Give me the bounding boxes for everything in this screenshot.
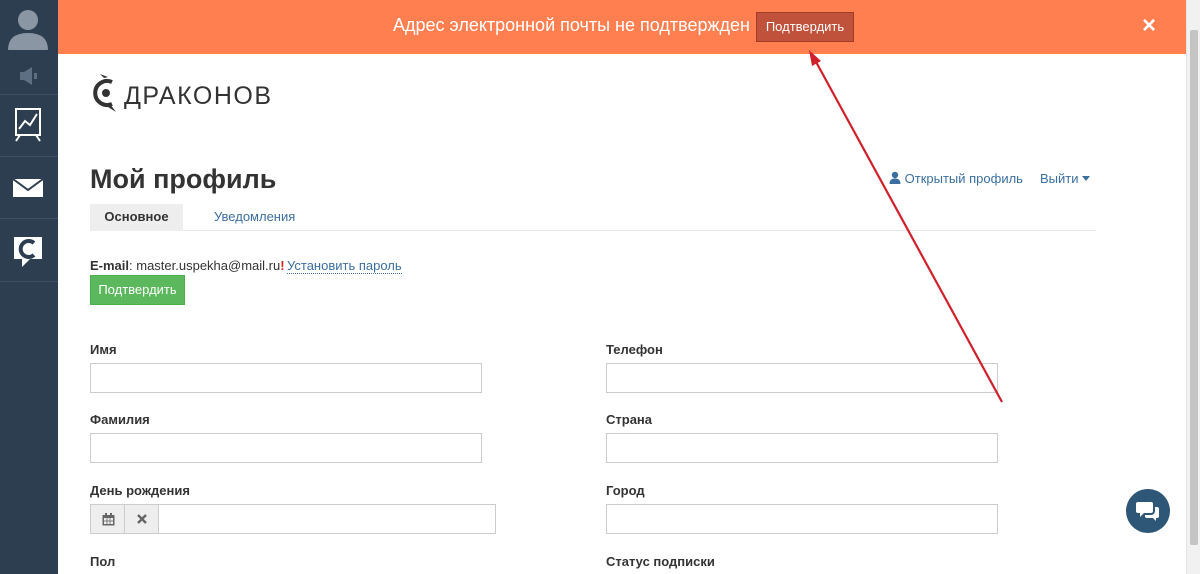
chat-button[interactable] bbox=[1126, 489, 1170, 533]
gender-label: Пол bbox=[90, 554, 116, 569]
caret-down-icon bbox=[1082, 176, 1091, 181]
chart-icon[interactable] bbox=[0, 94, 58, 154]
sidebar bbox=[0, 0, 58, 574]
tab-main[interactable]: Основное bbox=[90, 204, 183, 231]
open-profile-link[interactable]: Открытый профиль bbox=[889, 171, 1023, 186]
page-title: Мой профиль bbox=[90, 164, 277, 194]
scrollbar-thumb[interactable] bbox=[1190, 30, 1198, 545]
clear-date-button[interactable] bbox=[124, 504, 159, 534]
clear-icon bbox=[137, 514, 147, 524]
logout-label: Выйти bbox=[1040, 171, 1079, 186]
city-label: Город bbox=[606, 483, 645, 498]
birthday-label: День рождения bbox=[90, 483, 190, 498]
last-name-input[interactable] bbox=[90, 433, 482, 463]
subscription-status-label: Статус подписки bbox=[606, 554, 715, 569]
email-warning-icon: ! bbox=[280, 258, 285, 273]
set-password-link[interactable]: Установить пароль bbox=[287, 258, 402, 274]
brand-name: ДРАКОНОВ bbox=[124, 82, 273, 110]
scrollbar[interactable] bbox=[1186, 0, 1200, 574]
first-name-input[interactable] bbox=[90, 363, 482, 393]
user-icon bbox=[889, 171, 901, 184]
close-icon[interactable]: × bbox=[1142, 12, 1156, 40]
email-info: E-mail: master.uspekha@mail.ru! bbox=[90, 258, 285, 273]
banner-confirm-button[interactable]: Подтвердить bbox=[756, 12, 854, 42]
tab-notifications[interactable]: Уведомления bbox=[214, 204, 295, 231]
megaphone-icon[interactable] bbox=[0, 60, 58, 92]
phone-label: Телефон bbox=[606, 342, 663, 357]
banner-message: Адрес электронной почты не подтвержден bbox=[393, 15, 750, 35]
chat-icon bbox=[1136, 502, 1159, 521]
first-name-label: Имя bbox=[90, 342, 117, 357]
dragon-icon bbox=[93, 74, 116, 112]
email-value: : master.uspekha@mail.ru bbox=[129, 258, 281, 273]
country-input[interactable] bbox=[606, 433, 998, 463]
user-avatar-icon[interactable] bbox=[0, 0, 58, 58]
phone-input[interactable] bbox=[606, 363, 998, 393]
calendar-button[interactable] bbox=[90, 504, 125, 534]
email-unconfirmed-banner: Адрес электронной почты не подтвержден П… bbox=[58, 0, 1186, 54]
email-confirm-button[interactable]: Подтвердить bbox=[90, 275, 185, 305]
mail-icon[interactable] bbox=[0, 156, 58, 216]
email-label: E-mail bbox=[90, 258, 130, 273]
brand-icon[interactable] bbox=[0, 218, 58, 282]
last-name-label: Фамилия bbox=[90, 412, 150, 427]
birthday-input[interactable] bbox=[158, 504, 496, 534]
profile-tabs: Основное Уведомления bbox=[90, 204, 1096, 231]
open-profile-label: Открытый профиль bbox=[904, 171, 1023, 186]
calendar-icon bbox=[102, 513, 115, 526]
city-input[interactable] bbox=[606, 504, 998, 534]
country-label: Страна bbox=[606, 412, 653, 427]
logout-dropdown[interactable]: Выйти bbox=[1040, 171, 1091, 186]
